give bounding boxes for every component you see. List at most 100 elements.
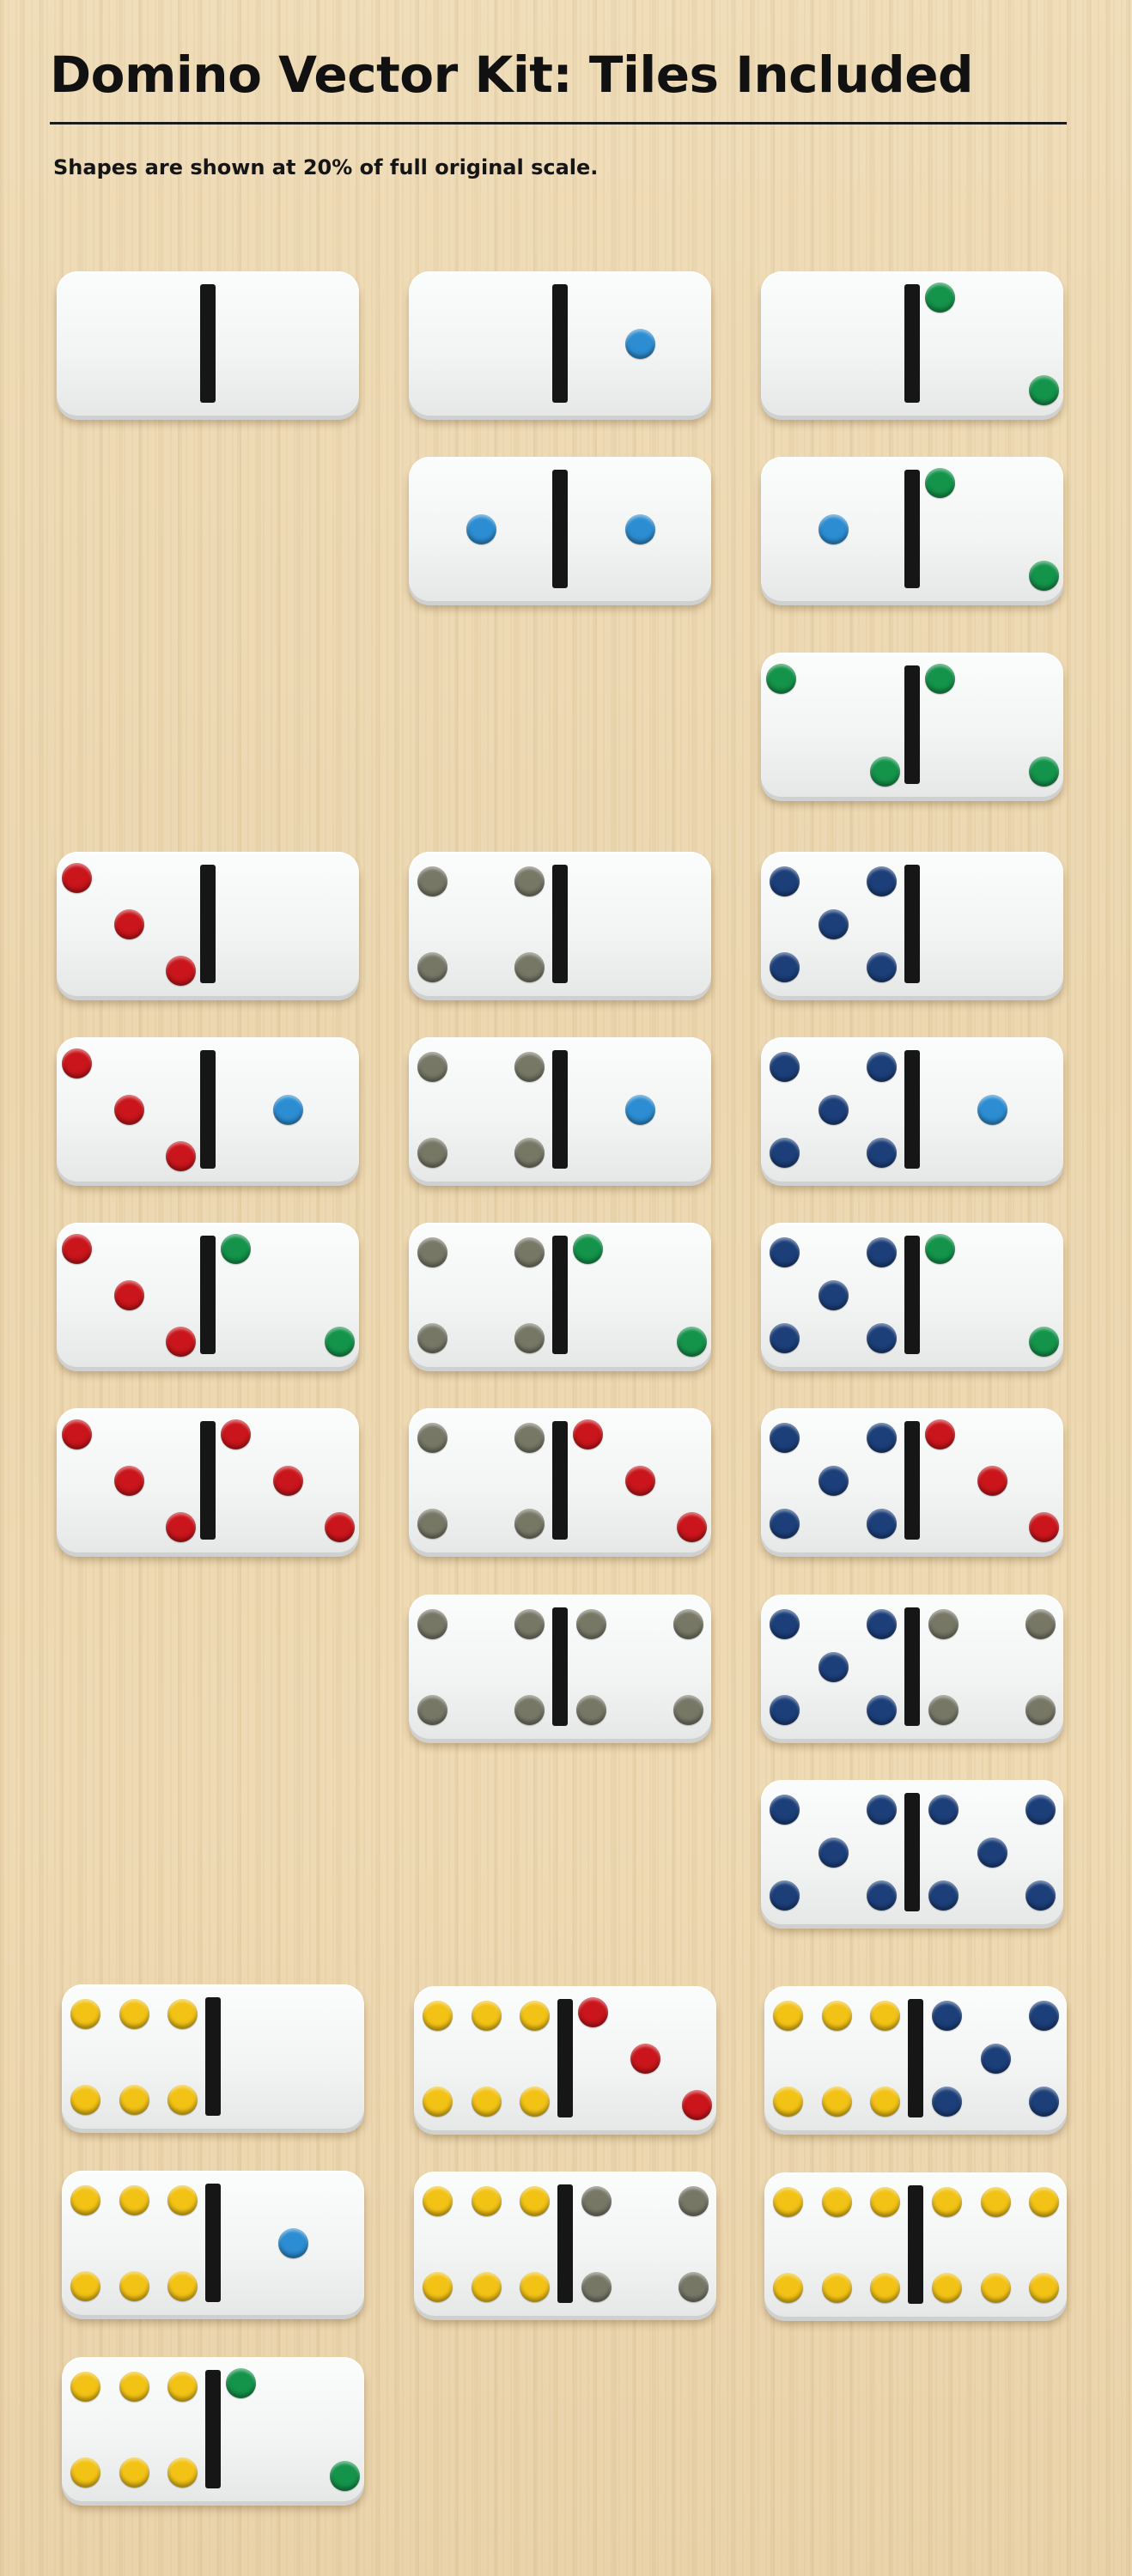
pip-left: [514, 1323, 545, 1354]
pip-left: [70, 2371, 100, 2402]
tile-divider-bar: [908, 1999, 923, 2117]
pip-left: [119, 2085, 149, 2116]
domino-tile-4-4: [409, 1595, 711, 1739]
domino-tile-3-0: [57, 852, 359, 996]
pip-left: [466, 514, 496, 544]
pip-left: [165, 955, 196, 986]
pip-left: [113, 1280, 144, 1310]
pip-left: [772, 2087, 803, 2117]
pip-right: [1028, 1326, 1059, 1357]
domino-tile-6-3: [414, 1986, 716, 2130]
pip-left: [471, 2087, 502, 2117]
tile-divider-bar: [552, 1607, 568, 1726]
pip-left: [471, 2272, 502, 2303]
tile-divider-bar: [908, 2185, 923, 2304]
pip-right: [928, 1794, 959, 1825]
tile-divider-bar: [904, 1421, 920, 1540]
tile-divider-bar: [552, 1050, 568, 1169]
pip-right: [1029, 2000, 1060, 2031]
pip-left: [772, 2186, 803, 2217]
pip-left: [769, 1509, 800, 1540]
pip-left: [870, 2000, 901, 2031]
domino-tile-6-0: [62, 1984, 364, 2129]
domino-tile-5-5: [761, 1780, 1063, 1924]
pip-left: [514, 1138, 545, 1169]
pip-right: [928, 1880, 959, 1911]
pip-left: [417, 1422, 447, 1453]
pip-left: [870, 2273, 901, 2304]
tile-divider-bar: [904, 470, 920, 588]
pip-left: [417, 1051, 447, 1082]
pip-right: [624, 329, 655, 359]
pip-right: [977, 1466, 1007, 1496]
pip-right: [931, 2087, 962, 2117]
pip-right: [581, 2272, 612, 2303]
pip-left: [514, 952, 545, 983]
pip-right: [573, 1234, 604, 1265]
tile-divider-bar: [552, 1236, 568, 1354]
pip-left: [471, 2185, 502, 2216]
domino-tile-0-2: [761, 271, 1063, 416]
pip-left: [520, 2185, 551, 2216]
domino-tile-4-3: [409, 1408, 711, 1552]
pip-left: [417, 1138, 447, 1169]
pip-left: [167, 1998, 198, 2029]
pip-left: [167, 2085, 198, 2116]
pip-left: [821, 2000, 852, 2031]
pip-left: [867, 1323, 898, 1354]
pip-left: [867, 1608, 898, 1639]
pip-left: [769, 1236, 800, 1267]
domino-tile-4-2: [409, 1223, 711, 1367]
pip-right: [1028, 374, 1059, 405]
pip-left: [867, 1509, 898, 1540]
pip-right: [928, 1695, 959, 1726]
pip-left: [422, 2087, 453, 2117]
pip-left: [520, 2272, 551, 2303]
pip-right: [575, 1608, 606, 1639]
tile-divider-bar: [200, 284, 216, 403]
domino-tile-6-1: [62, 2171, 364, 2315]
tile-divider-bar: [200, 865, 216, 983]
pip-left: [167, 2458, 198, 2488]
pip-left: [769, 1794, 800, 1825]
pip-right: [1029, 2087, 1060, 2117]
pip-left: [119, 2184, 149, 2215]
domino-tile-6-6: [764, 2172, 1067, 2317]
pip-left: [772, 2000, 803, 2031]
pip-left: [417, 1509, 447, 1540]
pip-left: [422, 2000, 453, 2031]
domino-tile-3-1: [57, 1037, 359, 1182]
pip-right: [679, 2272, 709, 2303]
pip-right: [977, 1838, 1007, 1868]
tile-divider-bar: [904, 665, 920, 784]
pip-left: [165, 1140, 196, 1171]
pip-left: [769, 1051, 800, 1082]
pip-right: [630, 2044, 660, 2074]
pip-left: [167, 2271, 198, 2302]
pip-left: [769, 1422, 800, 1453]
pip-left: [514, 1608, 545, 1639]
pip-left: [821, 2087, 852, 2117]
pip-left: [867, 1880, 898, 1911]
pip-left: [62, 1234, 93, 1265]
tile-divider-bar: [904, 1236, 920, 1354]
domino-tile-4-1: [409, 1037, 711, 1182]
tile-divider-bar: [904, 1607, 920, 1726]
pip-right: [1029, 2273, 1060, 2304]
pip-left: [821, 2186, 852, 2217]
domino-tile-grid: [0, 0, 1132, 2576]
pip-right: [226, 2368, 257, 2399]
pip-right: [1025, 1695, 1056, 1726]
pip-right: [1028, 1511, 1059, 1542]
pip-right: [931, 2273, 962, 2304]
pip-left: [514, 1236, 545, 1267]
domino-tile-0-0: [57, 271, 359, 416]
pip-right: [928, 1608, 959, 1639]
pip-left: [769, 1695, 800, 1726]
pip-right: [980, 2044, 1011, 2074]
pip-right: [1028, 560, 1059, 591]
domino-tile-5-2: [761, 1223, 1063, 1367]
domino-tile-6-2: [62, 2357, 364, 2501]
pip-left: [818, 1838, 849, 1868]
tile-divider-bar: [904, 1050, 920, 1169]
